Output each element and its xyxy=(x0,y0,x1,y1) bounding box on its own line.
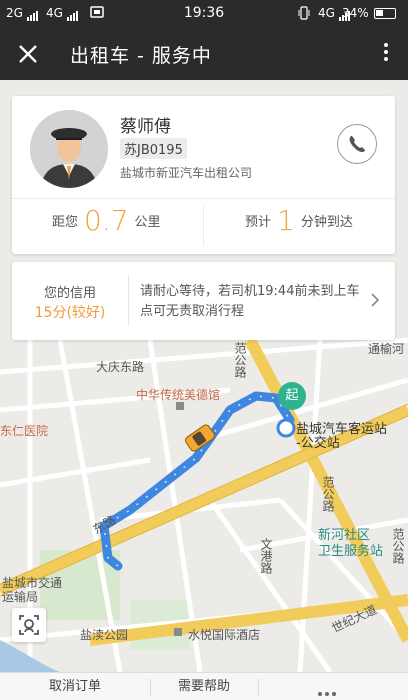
close-icon[interactable] xyxy=(12,38,44,70)
driver-avatar xyxy=(30,110,108,188)
map-label-poi: 卫生服务站 xyxy=(318,544,384,559)
locate-icon xyxy=(19,615,39,635)
battery-percent: 34% xyxy=(342,6,369,20)
distance-unit: 公里 xyxy=(134,215,161,230)
divider xyxy=(258,679,259,697)
cancel-order-button[interactable]: 取消订单 xyxy=(0,673,150,700)
divider xyxy=(203,206,204,246)
map-label-road: 范公路 xyxy=(391,528,405,564)
driver-name: 蔡师傅 xyxy=(120,117,171,137)
network-4g-label: 4G xyxy=(318,6,335,20)
driver-card: 蔡师傅 苏JB0195 盐城市新亚汽车出租公司 距您 0.7 公里 预计 1 分钟到达 xyxy=(12,96,395,254)
map-label-river: 通榆河 xyxy=(368,342,405,356)
map-label-poi: 中华传统美德馆 xyxy=(136,388,221,402)
more-horizontal-icon[interactable] xyxy=(318,685,340,696)
call-driver-button[interactable] xyxy=(337,124,377,164)
distance-stat: 距您 0.7 公里 xyxy=(52,204,161,248)
app-bar: 出租车 - 服务中 xyxy=(0,28,408,80)
locate-button[interactable] xyxy=(12,608,46,642)
map-label-poi: 东仁医院 xyxy=(0,424,49,438)
divider xyxy=(12,198,395,199)
chevron-right-icon[interactable] xyxy=(369,290,381,310)
page-title: 出租车 - 服务中 xyxy=(70,45,212,67)
vibrate-icon xyxy=(298,6,310,23)
map-label-poi: 水悦国际酒店 xyxy=(188,628,261,642)
taxi-company: 盐城市新亚汽车出租公司 xyxy=(120,166,253,180)
pickup-ring-icon xyxy=(276,418,296,438)
map-label-poi: 盐渎公园 xyxy=(80,628,129,642)
need-help-button[interactable]: 需要帮助 xyxy=(150,673,258,700)
eta-unit: 分钟到达 xyxy=(300,215,353,230)
credit-label: 您的信用 xyxy=(43,286,96,301)
map-label-poi: -公交站 xyxy=(296,436,340,451)
credit-notice[interactable]: 您的信用 15分(较好) 请耐心等待，若司机19:44前未到上车点可无责取消行程 xyxy=(12,262,395,340)
start-marker[interactable]: 起 xyxy=(278,382,306,410)
divider xyxy=(128,276,129,326)
battery-icon xyxy=(374,8,396,19)
license-plate: 苏JB0195 xyxy=(120,138,187,159)
map-label-road: 范公路 xyxy=(321,476,335,512)
bottom-action-bar: 取消订单 需要帮助 xyxy=(0,672,408,700)
distance-prefix: 距您 xyxy=(52,215,79,230)
credit-score: 15分(较好) xyxy=(34,305,106,321)
eta-prefix: 预计 xyxy=(245,215,272,230)
eta-value: 1 xyxy=(277,204,295,237)
map-label-road: 文港路 xyxy=(259,538,273,574)
distance-value: 0.7 xyxy=(84,204,129,237)
map-label-road: 范公路 xyxy=(233,342,247,378)
phone-icon xyxy=(349,136,365,152)
status-bar: 2G 4G 19:36 4G 34% xyxy=(0,0,408,28)
cancel-policy-message: 请耐心等待，若司机19:44前未到上车点可无责取消行程 xyxy=(140,284,360,319)
map-label-poi: 运输局 xyxy=(2,590,39,604)
map-label-road: 大庆东路 xyxy=(96,360,145,374)
more-vertical-icon[interactable] xyxy=(380,40,392,68)
eta-stat: 预计 1 分钟到达 xyxy=(245,204,353,248)
